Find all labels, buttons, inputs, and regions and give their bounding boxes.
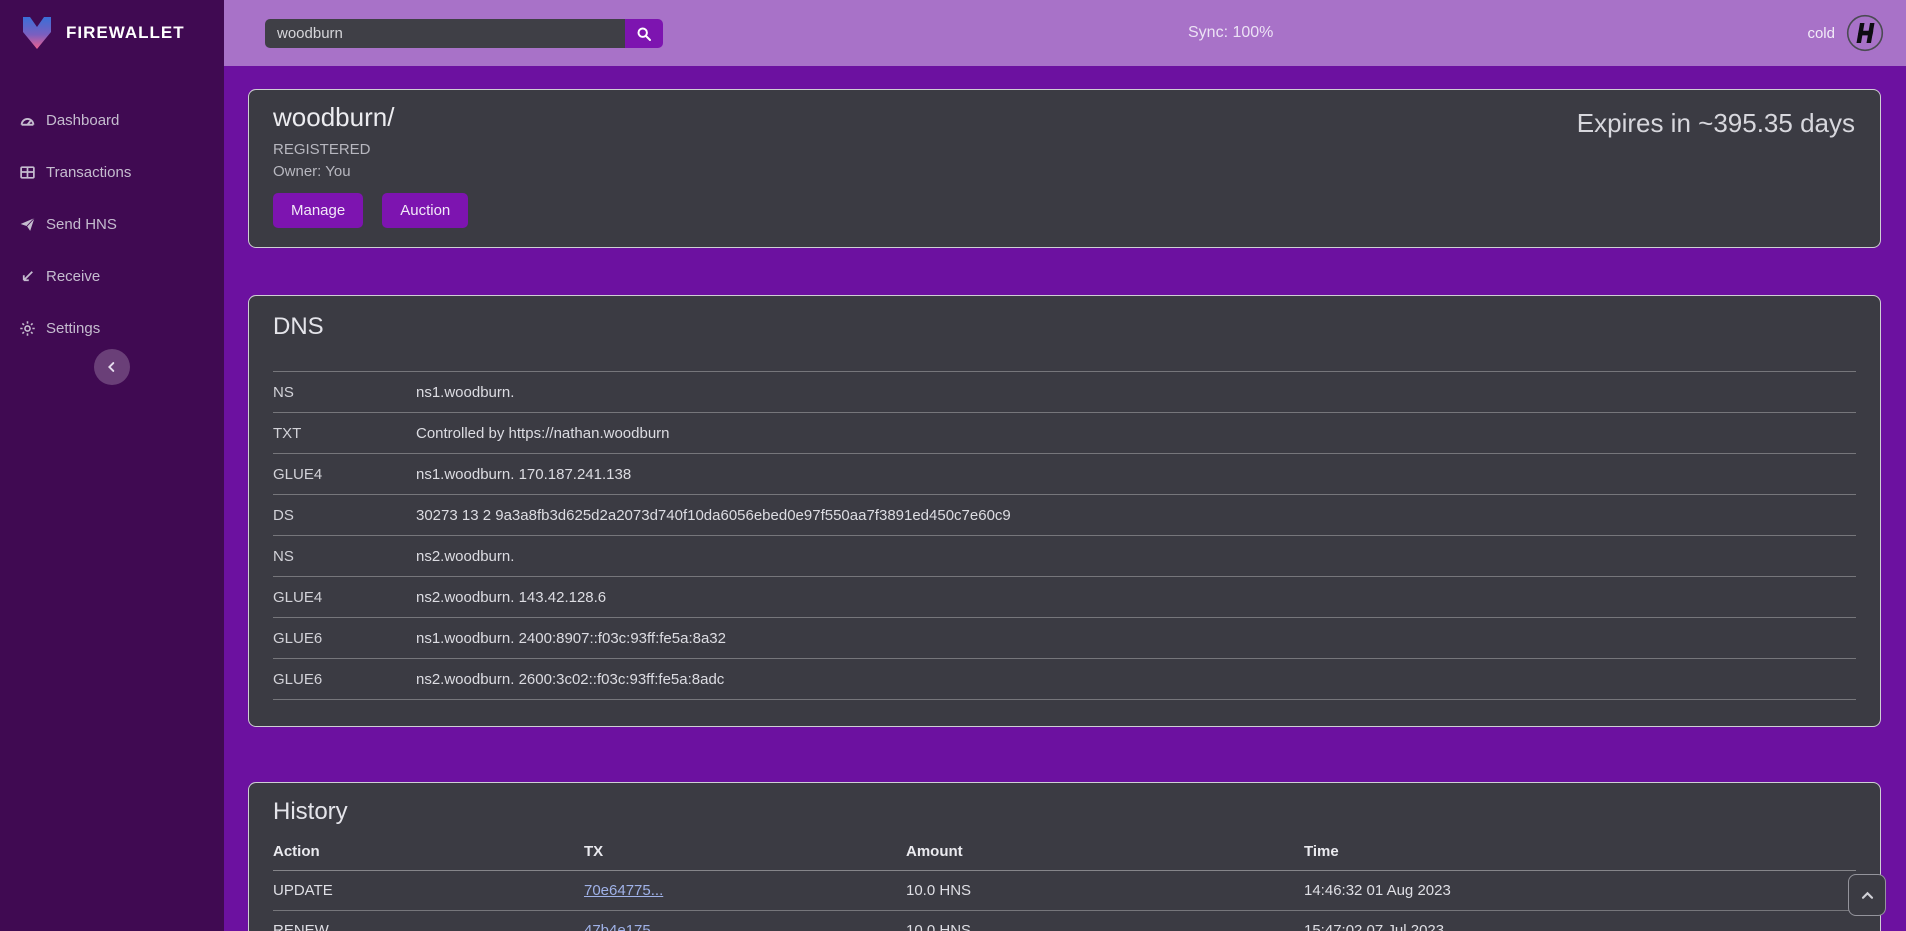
gauge-icon — [19, 112, 36, 129]
dns-record-value: ns1.woodburn. — [416, 384, 1856, 401]
sidebar-item-label: Settings — [46, 320, 100, 337]
auction-button[interactable]: Auction — [382, 193, 468, 228]
status-badge: REGISTERED — [273, 141, 1856, 158]
tx-link[interactable]: 47b4e175... — [584, 922, 663, 931]
history-row: RENEW 47b4e175... 10.0 HNS 15:47:02 07 J… — [273, 911, 1856, 931]
scroll-to-top-button[interactable] — [1848, 874, 1886, 916]
wallet-group: cold — [1807, 0, 1884, 66]
history-amount: 10.0 HNS — [906, 922, 1304, 931]
firewallet-logo-icon — [18, 14, 56, 52]
brand-header: FIREWALLET — [0, 0, 224, 66]
dns-record-value: ns2.woodburn. 143.42.128.6 — [416, 589, 1856, 606]
column-header-tx: TX — [584, 843, 906, 860]
dns-record-row: DS 30273 13 2 9a3a8fb3d625d2a2073d740f10… — [273, 495, 1856, 536]
history-action: UPDATE — [273, 882, 584, 899]
dns-record-type: GLUE4 — [273, 466, 416, 483]
owner-label: Owner: You — [273, 163, 1856, 180]
dns-record-value: ns1.woodburn. 2400:8907::f03c:93ff:fe5a:… — [416, 630, 1856, 647]
dns-record-row: NS ns2.woodburn. — [273, 536, 1856, 577]
sidebar: FIREWALLET Dashboard Transactions Send H… — [0, 0, 224, 931]
search-button[interactable] — [625, 19, 663, 48]
receive-arrow-icon — [19, 268, 36, 285]
dns-record-type: NS — [273, 548, 416, 565]
sidebar-item-settings[interactable]: Settings — [0, 302, 224, 354]
history-card: History Action TX Amount Time UPDATE 70e… — [248, 782, 1881, 931]
sidebar-item-label: Dashboard — [46, 112, 119, 129]
dns-record-type: GLUE6 — [273, 630, 416, 647]
column-header-amount: Amount — [906, 843, 1304, 860]
sidebar-collapse-button[interactable] — [94, 349, 130, 385]
dns-record-row: GLUE4 ns1.woodburn. 170.187.241.138 — [273, 454, 1856, 495]
history-amount: 10.0 HNS — [906, 882, 1304, 899]
dns-card: DNS NS ns1.woodburn. TXT Controlled by h… — [248, 295, 1881, 727]
chevron-left-icon — [105, 360, 119, 374]
paper-plane-icon — [19, 216, 36, 233]
name-summary-card: woodburn/ REGISTERED Owner: You Manage A… — [248, 89, 1881, 248]
sidebar-item-label: Receive — [46, 268, 100, 285]
dns-record-type: NS — [273, 384, 416, 401]
sync-status: Sync: 100% — [1188, 0, 1273, 66]
history-row: UPDATE 70e64775... 10.0 HNS 14:46:32 01 … — [273, 871, 1856, 911]
dns-record-value: 30273 13 2 9a3a8fb3d625d2a2073d740f10da6… — [416, 507, 1856, 524]
chevron-up-icon — [1861, 891, 1874, 900]
search-group — [265, 19, 663, 48]
history-time: 14:46:32 01 Aug 2023 — [1304, 882, 1856, 899]
dns-record-type: TXT — [273, 425, 416, 442]
search-input[interactable] — [265, 19, 625, 48]
brand-name: FIREWALLET — [66, 23, 185, 43]
dns-record-row: GLUE4 ns2.woodburn. 143.42.128.6 — [273, 577, 1856, 618]
dns-record-type: GLUE4 — [273, 589, 416, 606]
sidebar-item-label: Transactions — [46, 164, 131, 181]
search-icon — [636, 26, 652, 42]
dns-card-title: DNS — [273, 310, 1856, 344]
wallet-name: cold — [1807, 25, 1835, 42]
column-header-action: Action — [273, 843, 584, 860]
sidebar-item-transactions[interactable]: Transactions — [0, 146, 224, 198]
dns-record-row: GLUE6 ns2.woodburn. 2600:3c02::f03c:93ff… — [273, 659, 1856, 700]
sidebar-item-label: Send HNS — [46, 216, 117, 233]
history-table-header: Action TX Amount Time — [273, 833, 1856, 871]
dns-record-value: Controlled by https://nathan.woodburn — [416, 425, 1856, 442]
dns-record-row: GLUE6 ns1.woodburn. 2400:8907::f03c:93ff… — [273, 618, 1856, 659]
history-action: RENEW — [273, 922, 584, 931]
dns-record-row: NS ns1.woodburn. — [273, 372, 1856, 413]
history-card-title: History — [273, 795, 1856, 829]
dns-record-value: ns1.woodburn. 170.187.241.138 — [416, 466, 1856, 483]
tx-link[interactable]: 70e64775... — [584, 882, 663, 899]
history-time: 15:47:02 07 Jul 2023 — [1304, 922, 1856, 931]
topbar: Sync: 100% cold — [224, 0, 1906, 66]
dns-table: NS ns1.woodburn. TXT Controlled by https… — [273, 371, 1856, 700]
dns-record-value: ns2.woodburn. — [416, 548, 1856, 565]
table-icon — [19, 164, 36, 181]
sidebar-item-dashboard[interactable]: Dashboard — [0, 94, 224, 146]
sidebar-nav: Dashboard Transactions Send HNS Receive … — [0, 94, 224, 354]
dns-record-row: TXT Controlled by https://nathan.woodbur… — [273, 413, 1856, 454]
dns-record-type: DS — [273, 507, 416, 524]
sidebar-item-receive[interactable]: Receive — [0, 250, 224, 302]
dns-record-type: GLUE6 — [273, 671, 416, 688]
handshake-logo[interactable] — [1846, 14, 1884, 52]
expiry-label: Expires in ~395.35 days — [1577, 108, 1855, 139]
main-content: woodburn/ REGISTERED Owner: You Manage A… — [224, 66, 1906, 931]
dns-record-value: ns2.woodburn. 2600:3c02::f03c:93ff:fe5a:… — [416, 671, 1856, 688]
column-header-time: Time — [1304, 843, 1856, 860]
gear-icon — [19, 320, 36, 337]
sidebar-item-send-hns[interactable]: Send HNS — [0, 198, 224, 250]
manage-button[interactable]: Manage — [273, 193, 363, 228]
